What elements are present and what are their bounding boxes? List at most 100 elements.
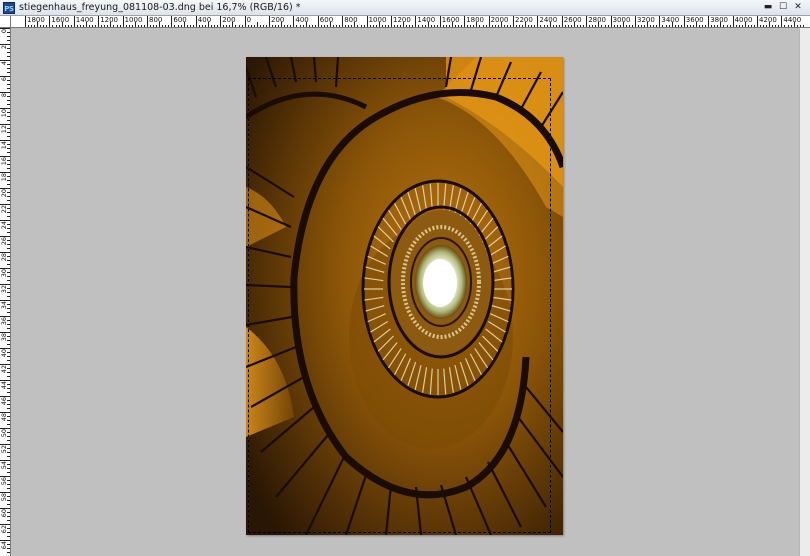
ruler-tick <box>0 28 10 29</box>
ruler-label: 800 <box>344 16 358 24</box>
ruler-tick <box>244 16 246 27</box>
ruler-label: 600 <box>173 16 187 24</box>
ruler-tick <box>0 284 10 285</box>
selection-marquee[interactable] <box>248 78 551 533</box>
ruler-tick <box>0 444 10 445</box>
ruler-tick <box>171 16 173 27</box>
ruler-label: 800 <box>149 16 163 24</box>
ruler-tick <box>0 380 10 381</box>
ruler-tick <box>0 300 10 301</box>
ruler-label: 1800 <box>466 16 485 24</box>
ruler-tick <box>0 524 10 525</box>
ruler-origin-corner[interactable] <box>0 16 11 28</box>
ruler-label: 1600 <box>51 16 70 24</box>
ruler-label: 200 <box>222 16 236 24</box>
ruler-tick <box>0 268 10 269</box>
ruler-tick <box>220 16 222 27</box>
ruler-label: 1400 <box>75 16 94 24</box>
ruler-tick <box>757 16 758 27</box>
ruler-tick <box>0 492 10 493</box>
close-button[interactable]: ✕ <box>792 2 804 13</box>
ruler-tick <box>147 16 148 27</box>
ruler-label: 0 <box>246 16 252 24</box>
ruler-label: 3200 <box>637 16 655 24</box>
ruler-tick <box>98 16 100 27</box>
ruler-tick <box>0 156 10 157</box>
ruler-tick <box>781 16 783 27</box>
ruler-tick <box>683 16 685 27</box>
ruler-label: 400 <box>197 16 212 24</box>
ruler-tick <box>732 16 734 27</box>
ruler-tick <box>0 236 10 237</box>
ruler-tick <box>317 16 319 27</box>
ruler-tick <box>0 60 10 61</box>
title-bar: PS stiegenhaus_freyung_081108-03.dng bei… <box>0 0 810 16</box>
ruler-label: 3000 <box>612 16 631 24</box>
maximize-button[interactable]: ☐ <box>777 2 789 13</box>
ruler-label: 600 <box>319 16 334 24</box>
ruler-tick <box>0 476 10 477</box>
ruler-tick <box>0 220 10 221</box>
ruler-tick <box>0 332 10 333</box>
ruler-tick <box>366 16 368 27</box>
ruler-tick <box>0 396 10 397</box>
ruler-tick <box>0 172 10 173</box>
ruler-label: 3800 <box>710 16 729 24</box>
ruler-tick <box>293 16 295 27</box>
ruler-tick <box>610 16 612 27</box>
window-title: stiegenhaus_freyung_081108-03.dng bei 16… <box>19 2 301 13</box>
ruler-tick <box>342 16 344 27</box>
ruler-tick <box>0 364 10 365</box>
ruler-tick <box>415 16 417 27</box>
ruler-tick <box>513 16 514 27</box>
ruler-label: 1400 <box>417 16 436 24</box>
ruler-tick <box>0 540 10 541</box>
ruler-label: 1000 <box>368 16 387 24</box>
ruler-tick <box>49 16 51 27</box>
ruler-label: 200 <box>271 16 285 24</box>
ruler-tick <box>25 16 26 27</box>
ruler-tick <box>195 16 197 27</box>
ruler-tick <box>0 92 10 93</box>
ruler-label: 4200 <box>759 16 777 24</box>
ruler-tick <box>561 16 563 27</box>
ruler-label: 2800 <box>588 16 607 24</box>
ruler-tick <box>0 508 10 509</box>
ruler-label: 2000 <box>490 16 509 24</box>
ruler-tick <box>73 16 75 27</box>
ruler-tick <box>586 16 588 27</box>
ruler-tick <box>0 412 10 413</box>
vertical-scrollbar[interactable] <box>799 28 810 556</box>
ruler-tick <box>464 16 466 27</box>
ruler-tick <box>0 188 10 189</box>
ruler-tick <box>659 16 661 27</box>
ruler-tick <box>0 140 10 141</box>
ruler-tick <box>0 124 10 125</box>
ruler-label: 1000 <box>124 16 143 24</box>
ruler-tick <box>0 252 10 253</box>
ruler-label: 1200 <box>393 16 411 24</box>
ruler-label: 4000 <box>734 16 753 24</box>
ruler-tick <box>0 44 10 45</box>
ruler-tick <box>635 16 636 27</box>
ruler-label: 2200 <box>515 16 533 24</box>
ruler-tick <box>708 16 710 27</box>
ruler-tick <box>122 16 124 27</box>
ruler-tick <box>0 460 10 461</box>
minimize-button[interactable]: ▬ <box>762 2 774 13</box>
ruler-tick <box>0 428 10 429</box>
ruler-label: 2600 <box>563 16 582 24</box>
horizontal-ruler[interactable]: 1800 1600 1400 1200 1000 800 600 400 200 0 200 400 6… <box>11 16 810 28</box>
ruler-tick <box>0 316 10 317</box>
ruler-tick <box>269 16 270 27</box>
ruler-label: 1600 <box>441 16 460 24</box>
ruler-label: 400 <box>295 16 309 24</box>
ruler-tick <box>0 76 10 77</box>
ruler-tick <box>0 204 10 205</box>
ruler-tick <box>537 16 539 27</box>
ruler-tick <box>391 16 392 27</box>
ruler-tick <box>0 348 10 349</box>
ruler-label: 2400 <box>539 16 558 24</box>
vertical-ruler[interactable]: 0 2 4 6 8 10 12 14 16 18 20 22 24 26 28 30 32 34 36 38 40 42 4… <box>0 28 11 556</box>
ruler-label: 3600 <box>685 16 704 24</box>
